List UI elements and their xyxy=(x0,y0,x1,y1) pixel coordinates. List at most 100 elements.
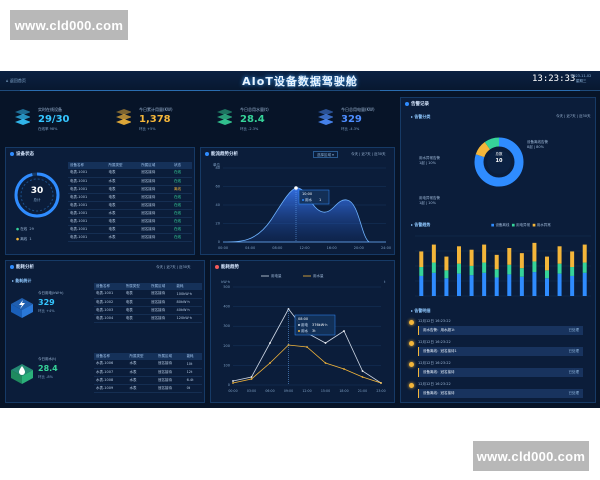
y-tick-label: 0 xyxy=(228,383,230,387)
table-header-row: 设备名称 所属类型 所属区域 能耗 xyxy=(94,283,202,290)
alarm-dist-title: ▸ 告警分类 xyxy=(411,114,431,119)
alarm-time: 12月12日 16:23:22 xyxy=(418,319,451,323)
table-cell: 在线 xyxy=(171,225,192,234)
power-label: 今日用电(kW·h) xyxy=(38,291,64,295)
table-cell: 在线 xyxy=(171,177,192,186)
table-cell: 冠名接待 xyxy=(139,185,172,194)
x-tick-label: 08:00 xyxy=(272,246,282,250)
alarm-bar[interactable] xyxy=(457,246,461,296)
table-row[interactable]: 电表-1004 电表 冠名接待 120kW·h xyxy=(94,314,202,323)
power-point[interactable] xyxy=(343,330,345,332)
table-row[interactable]: 水表-1009 水表 冠名接待 0t xyxy=(94,384,202,393)
alarm-bar[interactable] xyxy=(469,249,474,296)
table-row[interactable]: 电表-1001 电表 冠名接待 离线 xyxy=(68,185,192,194)
energy-area-chart: 02040608000:00 04:00 08:00 12:00 16:00 20:00 2… xyxy=(213,162,391,250)
table-row[interactable]: 水表-1006 水表 冠名接待 10t xyxy=(94,360,202,369)
water-point[interactable] xyxy=(380,382,382,384)
table-row[interactable]: 水表-1007 水表 冠名接待 12t xyxy=(94,368,202,377)
table-cell: 120kW·h xyxy=(174,314,202,323)
alarm-bar[interactable] xyxy=(582,244,587,296)
device-table: 设备名称 所属类型 所属区域 状态 电表-1001 电表 冠名接待 在线 电表-1001 水表 冠名… xyxy=(68,162,192,242)
kpi-card: 今日总用电量(KW) 329 环比 -4.3% xyxy=(317,101,412,137)
legend-online: ● 在线 29 xyxy=(16,227,34,231)
table-cell: 电表 xyxy=(106,217,140,226)
alarm-bar[interactable] xyxy=(507,248,512,296)
power-point[interactable] xyxy=(232,380,234,382)
x-tick-label: 00:00 xyxy=(228,389,237,393)
alarm-bar[interactable] xyxy=(494,254,499,296)
table-cell: 0t xyxy=(184,384,202,393)
alarm-bar[interactable] xyxy=(570,251,575,296)
area-select[interactable]: 选择区域 ▾ xyxy=(313,151,338,158)
power-point[interactable] xyxy=(324,342,327,344)
table-row[interactable]: 电表-1001 电表 冠名接待 在线 xyxy=(68,225,192,234)
usage-range-filters[interactable]: 今天 | 近7天 | 近30天 xyxy=(156,265,191,270)
table-row[interactable]: 电表-1001 水表 冠名接待 在线 xyxy=(68,209,192,218)
table-header-cell: 所属区域 xyxy=(149,283,175,290)
alarm-dot-icon xyxy=(409,383,414,388)
alarm-bar[interactable] xyxy=(532,242,537,296)
kpi-card: 今日总用水量(t) 28.4 环比 -2.3% xyxy=(216,101,311,137)
water-point[interactable] xyxy=(306,346,308,348)
table-cell: 电表 xyxy=(123,298,150,307)
tooltip-value: 376kW·h xyxy=(312,323,328,327)
alarm-bar[interactable] xyxy=(482,244,487,296)
alarm-bar[interactable] xyxy=(444,256,449,296)
hover-point[interactable] xyxy=(294,186,298,190)
power-point[interactable] xyxy=(250,376,253,378)
back-home-link[interactable]: ⌂ 返回首页 xyxy=(6,78,26,84)
kpi-value: 28.4 xyxy=(240,114,265,125)
table-row[interactable]: 电表-1001 电表 冠名接待 在线 xyxy=(68,193,192,202)
table-row[interactable]: 电表-1001 水表 冠名接待 在线 xyxy=(68,177,192,186)
alarm-bar[interactable] xyxy=(557,246,562,296)
table-cell: 水表 xyxy=(127,368,157,377)
alarm-list-item[interactable]: 12月12日 16:23:22 设备离线：冠名接待1 已处理 xyxy=(409,339,589,361)
alarm-status: 已处理 xyxy=(568,391,580,395)
alarm-bar[interactable] xyxy=(545,256,549,296)
table-row[interactable]: 电表-1001 电表 冠名接待 在线 xyxy=(68,169,192,178)
table-row[interactable]: 电表-1002 电表 冠名接待 80kW·h xyxy=(94,298,202,307)
kpi-label: 今日总用电量(KW) xyxy=(341,107,375,112)
table-cell: 冠名接待 xyxy=(156,376,185,385)
table-row[interactable]: 电表-1001 电表 冠名接待 在线 xyxy=(68,201,192,210)
table-cell: 冠名接待 xyxy=(149,298,175,307)
table-cell: 冠名接待 xyxy=(156,384,185,393)
water-point[interactable] xyxy=(232,382,234,384)
table-header-row: 设备名称 所属类型 所属区域 能耗 xyxy=(94,353,202,360)
alarm-record-panel: 告警记录 今天 | 近7天 | 近30天 ▸ 告警分类 总数 10 设备离线告警… xyxy=(400,97,596,403)
alarm-range-filters[interactable]: 今天 | 近7天 | 近30天 xyxy=(556,114,591,119)
table-row[interactable]: 电表-1001 电表 冠名接待 在线 xyxy=(68,217,192,226)
alarm-list-item[interactable]: 12月12日 16:23:22 设备离线：冠名接待 已处理 xyxy=(409,360,589,382)
power-point[interactable] xyxy=(269,342,271,344)
alarm-record-title: 告警记录 xyxy=(405,101,429,107)
table-row[interactable]: 电表-1001 电表 冠名接待 100kW·h xyxy=(94,290,202,299)
x-tick-label: 18:00 xyxy=(339,389,348,393)
table-row[interactable]: 电表-1003 电表 冠名接待 40kW·h xyxy=(94,306,202,315)
table-cell: 冠名接待 xyxy=(156,368,185,377)
table-header-cell: 状态 xyxy=(171,162,192,169)
kpi-value: 29/30 xyxy=(38,114,70,125)
alarm-bar[interactable] xyxy=(419,251,424,296)
tooltip-time: 10:00 xyxy=(302,192,312,196)
table-row[interactable]: 水表-1008 水表 冠名接待 6.4t xyxy=(94,376,202,385)
water-point[interactable] xyxy=(250,378,253,380)
table-row[interactable]: 电表-1001 水表 冠名接待 在线 xyxy=(68,233,192,242)
alarm-bar[interactable] xyxy=(519,253,524,296)
water-point[interactable] xyxy=(269,362,271,364)
energy-range-filters[interactable]: 今天 | 近7天 | 近30天 xyxy=(351,152,386,157)
alarm-list-item[interactable]: 12月12日 16:23:22 设备离线：冠名接待 已处理 xyxy=(409,381,589,403)
table-cell: 电表 xyxy=(123,314,150,323)
kpi-card: 实时在线设备 29/30 在线率 98% xyxy=(14,101,109,137)
water-point[interactable] xyxy=(361,376,364,378)
stack-icon xyxy=(318,109,333,125)
water-point[interactable] xyxy=(324,362,327,364)
power-point[interactable] xyxy=(361,370,364,372)
water-line xyxy=(232,344,382,384)
water-point[interactable] xyxy=(343,368,345,370)
stack-icon xyxy=(116,109,131,125)
alarm-bar[interactable] xyxy=(431,244,436,296)
donut-center-label: 总数 xyxy=(495,152,503,156)
tooltip-value: 3t xyxy=(312,329,316,333)
alarm-list-item[interactable]: 12月12日 16:23:22 用水告警：用水超1t 已处理 xyxy=(409,318,589,340)
table-cell: 电表-1001 xyxy=(68,177,107,186)
